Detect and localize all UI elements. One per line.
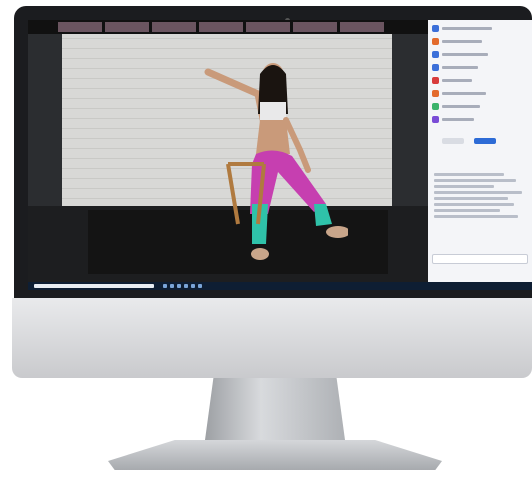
panel-item[interactable] bbox=[432, 75, 528, 85]
participant-thumbnail[interactable] bbox=[152, 22, 196, 32]
panel-item[interactable] bbox=[432, 49, 528, 59]
app-icon bbox=[432, 89, 439, 97]
taskbar-app-icon[interactable] bbox=[170, 284, 174, 288]
monitor-stand-neck bbox=[205, 378, 345, 440]
secondary-button[interactable] bbox=[442, 138, 464, 144]
chat-messages bbox=[428, 170, 532, 221]
app-icon bbox=[432, 63, 439, 71]
panel-item[interactable] bbox=[432, 88, 528, 98]
participant-thumbnails bbox=[28, 20, 428, 34]
panel-item[interactable] bbox=[432, 36, 528, 46]
chat-input[interactable] bbox=[432, 254, 528, 264]
taskbar bbox=[28, 282, 532, 290]
instructor-figure bbox=[204, 63, 348, 260]
taskbar-app-icon[interactable] bbox=[191, 284, 195, 288]
app-icon bbox=[432, 50, 439, 58]
taskbar-app-icon[interactable] bbox=[198, 284, 202, 288]
video-feed[interactable] bbox=[28, 20, 428, 282]
panel-item[interactable] bbox=[432, 62, 528, 72]
participant-thumbnail[interactable] bbox=[246, 22, 290, 32]
monitor-chin bbox=[12, 298, 532, 378]
app-icon bbox=[432, 76, 439, 84]
side-panel bbox=[428, 20, 532, 282]
screen bbox=[28, 20, 532, 290]
panel-item[interactable] bbox=[432, 114, 528, 124]
taskbar-app-icon[interactable] bbox=[177, 284, 181, 288]
participant-thumbnail[interactable] bbox=[293, 22, 337, 32]
taskbar-app-icon[interactable] bbox=[184, 284, 188, 288]
participant-thumbnail[interactable] bbox=[199, 22, 243, 32]
taskbar-app-icon[interactable] bbox=[163, 284, 167, 288]
app-icon bbox=[432, 102, 439, 110]
app-icon bbox=[432, 24, 439, 32]
participant-thumbnail[interactable] bbox=[105, 22, 149, 32]
panel-item[interactable] bbox=[432, 101, 528, 111]
panel-item[interactable] bbox=[432, 23, 528, 33]
participant-thumbnail[interactable] bbox=[58, 22, 102, 32]
primary-button[interactable] bbox=[474, 138, 496, 144]
app-icon bbox=[432, 115, 439, 123]
app-icon bbox=[432, 37, 439, 45]
participant-thumbnail[interactable] bbox=[340, 22, 384, 32]
monitor-stand-base bbox=[108, 440, 442, 470]
taskbar-search[interactable] bbox=[34, 284, 154, 288]
